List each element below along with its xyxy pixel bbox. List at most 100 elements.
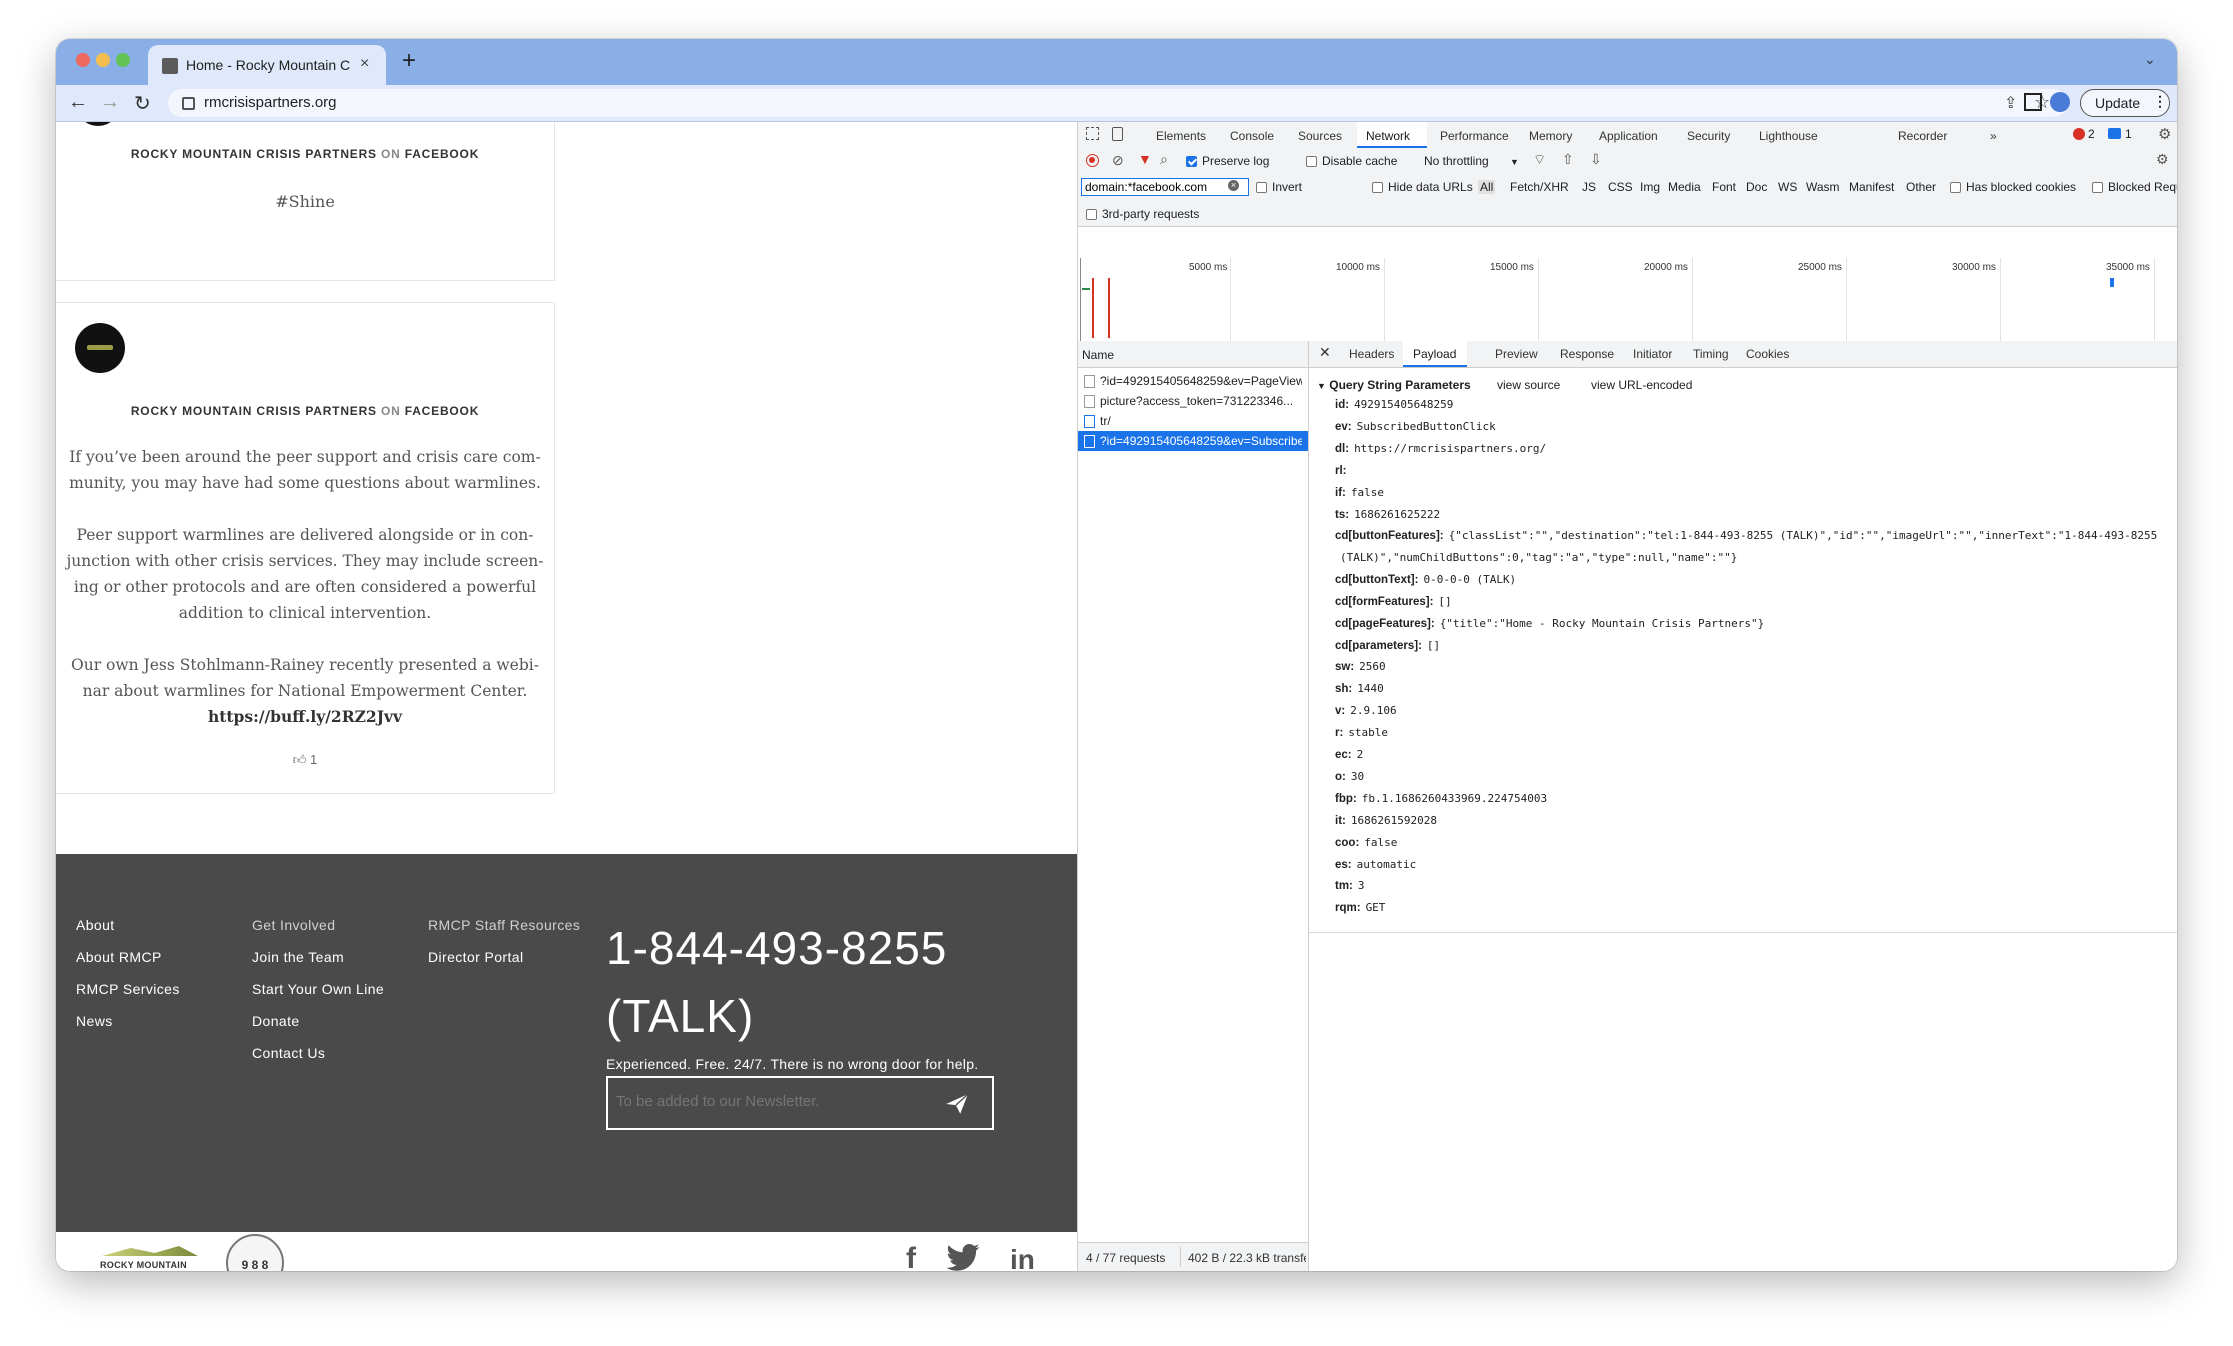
address-bar[interactable]: rmcrisispartners.org ⇪ ☆ <box>168 89 2068 117</box>
facebook-icon[interactable]: f <box>906 1242 916 1271</box>
request-row[interactable]: picture?access_token=731223346... <box>1078 391 1308 411</box>
clear-icon[interactable]: ⊘ <box>1112 152 1124 169</box>
crisis-phone-number[interactable]: 1-844-493-8255 (TALK) <box>606 914 1066 1050</box>
footer-link-donate[interactable]: Donate <box>252 1013 300 1029</box>
clear-filter-icon[interactable]: × <box>1228 180 1239 191</box>
tab-lighthouse[interactable]: Lighthouse <box>1759 129 1818 143</box>
tab-performance[interactable]: Performance <box>1440 129 1509 143</box>
export-har-icon[interactable]: ⇩ <box>1590 151 1602 168</box>
988-lifeline-badge[interactable]: 9 8 8 <box>226 1234 284 1271</box>
footer-link-staff-resources[interactable]: RMCP Staff Resources <box>428 917 580 933</box>
profile-avatar-icon[interactable] <box>2050 92 2070 112</box>
maximize-window-button[interactable] <box>116 53 130 67</box>
footer-link-about-rmcp[interactable]: About RMCP <box>76 949 162 965</box>
filter-type-fetch[interactable]: Fetch/XHR <box>1510 180 1569 194</box>
newsletter-input[interactable] <box>614 1092 918 1111</box>
footer-link-about[interactable]: About <box>76 917 115 933</box>
tab-sources[interactable]: Sources <box>1298 129 1342 143</box>
twitter-icon[interactable] <box>944 1244 982 1271</box>
close-tab-icon[interactable]: × <box>360 55 369 73</box>
filter-type-other[interactable]: Other <box>1906 180 1936 194</box>
like-counter[interactable]: 👍︎ 1 <box>56 752 554 768</box>
request-row[interactable]: tr/ <box>1078 411 1308 431</box>
linkedin-icon[interactable]: in <box>1010 1244 1035 1271</box>
filter-type-js[interactable]: JS <box>1582 180 1596 194</box>
post-author[interactable]: ROCKY MOUNTAIN CRISIS PARTNERS <box>131 404 377 418</box>
filter-type-manifest[interactable]: Manifest <box>1849 180 1894 194</box>
network-settings-gear-icon[interactable]: ⚙ <box>2156 151 2169 168</box>
filter-type-font[interactable]: Font <box>1712 180 1736 194</box>
has-blocked-cookies-checkbox[interactable]: Has blocked cookies <box>1950 180 2076 194</box>
close-detail-icon[interactable]: ✕ <box>1319 344 1331 361</box>
tab-console[interactable]: Console <box>1230 129 1274 143</box>
inspect-element-icon[interactable] <box>1086 127 1099 140</box>
filter-type-ws[interactable]: WS <box>1778 180 1797 194</box>
new-tab-button[interactable]: + <box>402 47 416 75</box>
throttling-select[interactable]: No throttling ▼ <box>1424 154 1519 168</box>
filter-funnel-icon[interactable]: ▼ <box>1138 151 1152 167</box>
network-timeline[interactable]: 5000 ms 10000 ms 15000 ms 20000 ms 25000… <box>1078 258 2177 342</box>
reload-icon[interactable]: ↻ <box>134 91 151 116</box>
tab-recorder[interactable]: Recorder <box>1898 129 1947 143</box>
update-button[interactable]: Update ⋮ <box>2080 89 2170 117</box>
footer-link-services[interactable]: RMCP Services <box>76 981 180 997</box>
import-har-icon[interactable]: ⇧ <box>1562 151 1574 168</box>
settings-gear-icon[interactable]: ⚙ <box>2158 125 2171 143</box>
query-params-section-header[interactable]: ▼ Query String Parameters <box>1317 378 1471 392</box>
close-window-button[interactable] <box>76 53 90 67</box>
filter-input[interactable] <box>1081 178 1249 196</box>
detail-tab-initiator[interactable]: Initiator <box>1633 347 1672 361</box>
blocked-requests-checkbox[interactable]: Blocked Requests <box>2092 180 2177 194</box>
filter-type-css[interactable]: CSS <box>1608 180 1633 194</box>
network-conditions-icon[interactable]: ⌔ <box>1533 151 1546 169</box>
record-icon[interactable] <box>1086 154 1099 167</box>
name-column-header[interactable]: Name <box>1078 341 1308 368</box>
disable-cache-checkbox[interactable]: Disable cache <box>1306 154 1397 168</box>
tab-search-chevron-icon[interactable]: ⌄ <box>2144 51 2156 68</box>
post-author[interactable]: ROCKY MOUNTAIN CRISIS PARTNERS <box>131 147 377 161</box>
footer-link-start-line[interactable]: Start Your Own Line <box>252 981 384 997</box>
post-link[interactable]: https://buff.ly/2RZ2Jvv <box>56 704 554 730</box>
minimize-window-button[interactable] <box>96 53 110 67</box>
filter-type-wasm[interactable]: Wasm <box>1806 180 1840 194</box>
device-toolbar-icon[interactable] <box>1112 127 1123 141</box>
more-tabs-chevron-icon[interactable]: » <box>1990 129 1997 143</box>
filter-type-media[interactable]: Media <box>1668 180 1701 194</box>
footer-link-get-involved[interactable]: Get Involved <box>252 917 335 933</box>
error-count[interactable]: 2 <box>2088 127 2095 141</box>
request-row-selected[interactable]: ?id=492915405648259&ev=SubscribedButtonC… <box>1078 431 1308 451</box>
tab-network[interactable]: Network <box>1366 129 1410 143</box>
filter-type-img[interactable]: Img <box>1640 180 1660 194</box>
search-icon[interactable]: ⌕ <box>1160 151 1168 168</box>
view-url-encoded-link[interactable]: view URL-encoded <box>1591 378 1692 392</box>
detail-tab-response[interactable]: Response <box>1560 347 1614 361</box>
footer-link-news[interactable]: News <box>76 1013 113 1029</box>
tab-memory[interactable]: Memory <box>1529 129 1572 143</box>
filter-type-doc[interactable]: Doc <box>1746 180 1767 194</box>
filter-type-all[interactable]: All <box>1478 180 1496 194</box>
footer-link-join-team[interactable]: Join the Team <box>252 949 344 965</box>
back-arrow-icon[interactable]: ← <box>68 91 88 114</box>
tab-security[interactable]: Security <box>1687 129 1730 143</box>
rmcp-logo[interactable]: ROCKY MOUNTAIN <box>98 1244 208 1271</box>
footer-link-contact[interactable]: Contact Us <box>252 1045 325 1061</box>
side-panel-icon[interactable] <box>2024 93 2042 111</box>
tab-application[interactable]: Application <box>1599 129 1658 143</box>
browser-tab[interactable]: Home - Rocky Mountain Crisis Partners × <box>148 45 386 85</box>
detail-tab-payload[interactable]: Payload <box>1413 347 1456 361</box>
preserve-log-checkbox[interactable]: Preserve log <box>1186 154 1269 168</box>
hide-data-urls-checkbox[interactable]: Hide data URLs <box>1372 180 1473 194</box>
detail-tab-timing[interactable]: Timing <box>1693 347 1729 361</box>
view-source-link[interactable]: view source <box>1497 378 1560 392</box>
share-icon[interactable]: ⇪ <box>2004 93 2017 113</box>
post-platform[interactable]: FACEBOOK <box>405 147 479 161</box>
forward-arrow-icon[interactable]: → <box>100 91 120 114</box>
post-platform[interactable]: FACEBOOK <box>405 404 479 418</box>
send-paper-plane-icon[interactable] <box>944 1091 970 1117</box>
third-party-checkbox[interactable]: 3rd-party requests <box>1086 207 1199 221</box>
footer-link-director-portal[interactable]: Director Portal <box>428 949 523 965</box>
detail-tab-headers[interactable]: Headers <box>1349 347 1394 361</box>
message-count[interactable]: 1 <box>2125 127 2132 141</box>
invert-checkbox[interactable]: Invert <box>1256 180 1302 194</box>
detail-tab-cookies[interactable]: Cookies <box>1746 347 1789 361</box>
